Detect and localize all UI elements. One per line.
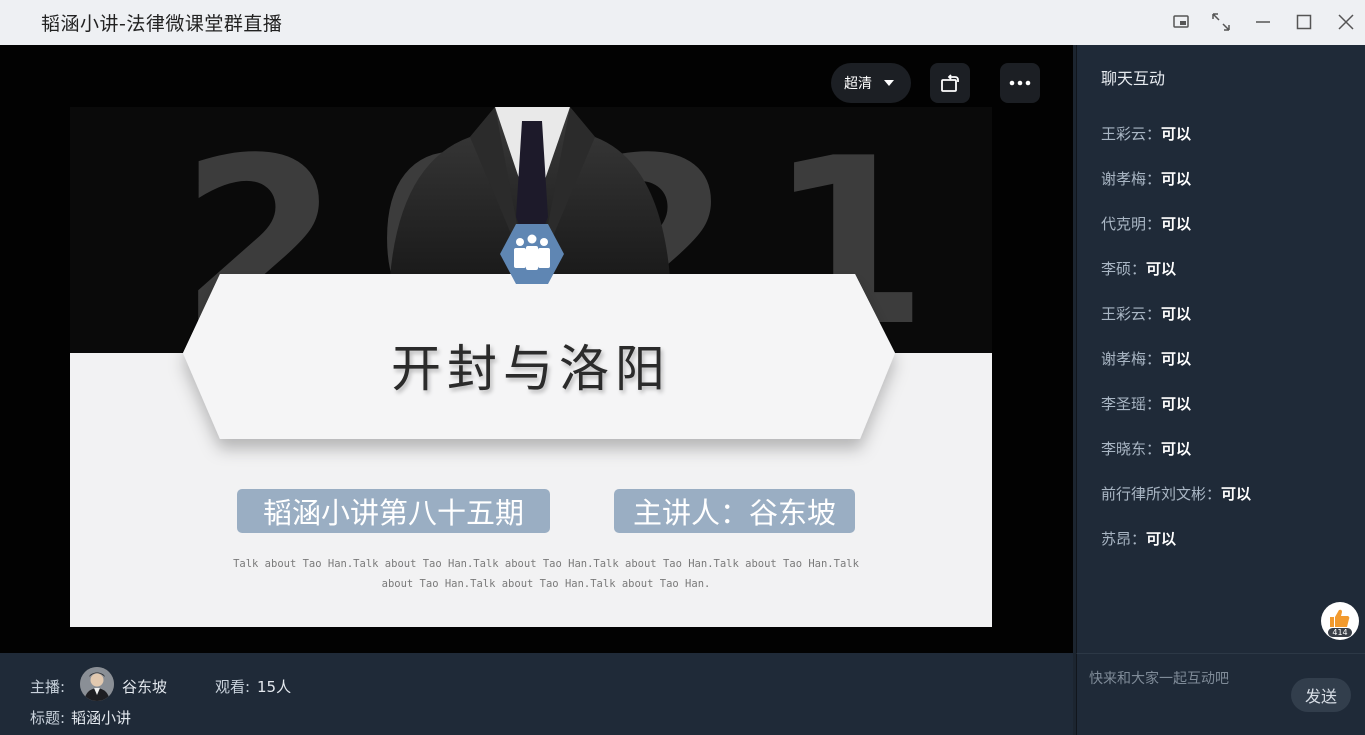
episode-tag: 韬涵小讲第八十五期 [237, 489, 550, 533]
chat-title: 聊天互动 [1101, 69, 1166, 88]
chat-sender: 李硕： [1101, 260, 1147, 278]
chat-sender: 代克明： [1101, 215, 1162, 233]
fullscreen-icon [1212, 13, 1230, 31]
maximize-icon [1296, 14, 1312, 30]
chat-message: 谢孝梅：可以 [1101, 348, 1191, 369]
chevron-down-icon [884, 80, 894, 86]
chat-sender: 谢孝梅： [1101, 350, 1162, 368]
topic-label: 标题: [30, 709, 66, 727]
slide-title: 开封与洛阳 [391, 340, 671, 398]
chat-message: 苏昂：可以 [1101, 528, 1176, 549]
chat-text: 可以 [1221, 485, 1252, 503]
fullscreen-button[interactable] [1206, 8, 1236, 36]
chat-sender: 王彩云： [1101, 305, 1162, 323]
chat-text: 可以 [1161, 305, 1192, 323]
quality-selector[interactable]: 超清 [831, 63, 911, 103]
chat-input[interactable] [1089, 666, 1289, 692]
chat-sender: 前行律所刘文彬： [1101, 485, 1222, 503]
pip-icon [1173, 15, 1189, 28]
chat-sender: 王彩云： [1101, 125, 1162, 143]
window-title: 韬涵小讲-法律微课堂群直播 [41, 13, 283, 35]
maximize-button[interactable] [1289, 8, 1319, 36]
chat-message: 代克明：可以 [1101, 213, 1191, 234]
chat-message: 王彩云：可以 [1101, 123, 1191, 144]
like-button[interactable]: 414 [1321, 602, 1359, 640]
presentation-slide: 2021 [70, 107, 992, 627]
chat-text: 可以 [1161, 395, 1192, 413]
chat-text: 可以 [1161, 215, 1192, 233]
rotate-screen-icon [941, 74, 959, 92]
minimize-icon [1256, 21, 1270, 23]
slide-tagline: Talk about Tao Han.Talk about Tao Han.Ta… [233, 558, 859, 590]
more-icon [1009, 80, 1031, 86]
chat-sender: 苏昂： [1101, 530, 1147, 548]
chat-text: 可以 [1161, 170, 1192, 188]
minimize-button[interactable] [1248, 8, 1278, 36]
chat-text: 可以 [1161, 350, 1192, 368]
chat-text: 可以 [1161, 440, 1192, 458]
topic-value: 韬涵小讲 [71, 709, 132, 727]
chat-message: 李圣瑶：可以 [1101, 393, 1191, 414]
chat-message: 前行律所刘文彬：可以 [1101, 483, 1251, 504]
rotate-screen-button[interactable] [930, 63, 970, 103]
send-button[interactable]: 发送 [1291, 678, 1351, 712]
chat-text: 可以 [1146, 530, 1177, 548]
chat-text: 可以 [1161, 125, 1192, 143]
more-button[interactable] [1000, 63, 1040, 103]
avatar[interactable] [80, 667, 114, 701]
close-icon [1338, 14, 1354, 30]
quality-label: 超清 [844, 76, 872, 92]
chat-panel: 聊天互动 王彩云：可以 谢孝梅：可以 代克明：可以 李硕：可以 王彩云：可以 谢… [1076, 45, 1365, 653]
chat-input-area: 发送 [1076, 653, 1365, 735]
chat-message: 谢孝梅：可以 [1101, 168, 1191, 189]
stream-info-bar: 主播: 谷东坡 观看: 15人 标题: 韬涵小讲 [0, 653, 1073, 735]
viewers-count: 15人 [257, 678, 292, 696]
host-label: 主播: [30, 678, 66, 696]
chat-sender: 李圣瑶： [1101, 395, 1162, 413]
chat-message: 王彩云：可以 [1101, 303, 1191, 324]
title-bar: 韬涵小讲-法律微课堂群直播 [0, 0, 1365, 45]
chat-message: 李硕：可以 [1101, 258, 1176, 279]
chat-sender: 李晓东： [1101, 440, 1162, 458]
viewers-label: 观看: [215, 678, 251, 696]
host-avatar-image [80, 667, 114, 701]
chat-message: 李晓东：可以 [1101, 438, 1191, 459]
close-button[interactable] [1331, 8, 1361, 36]
chat-sender: 谢孝梅： [1101, 170, 1162, 188]
chat-text: 可以 [1146, 260, 1177, 278]
pip-button[interactable] [1166, 8, 1196, 36]
video-player[interactable]: 超清 2021 [0, 45, 1073, 653]
like-count: 414 [1321, 628, 1359, 637]
host-name: 谷东坡 [122, 678, 168, 696]
speaker-tag: 主讲人：谷东坡 [614, 489, 855, 533]
